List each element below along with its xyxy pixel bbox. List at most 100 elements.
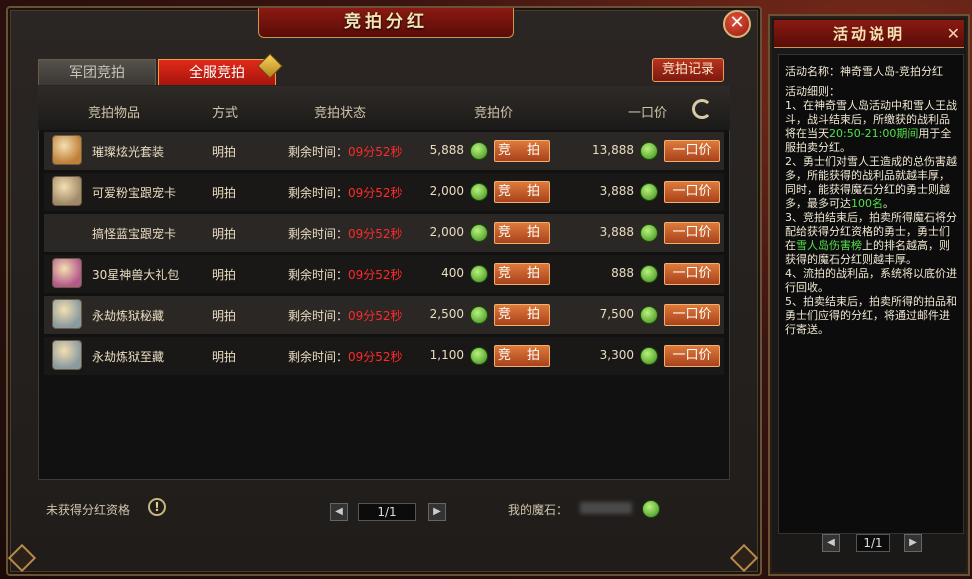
gem-icon [470,306,488,324]
bid-price: 1,100 [429,348,464,362]
status-prefix: 剩余时间： [288,309,349,323]
window-title: 竞拍分红 [344,12,428,32]
bid-button[interactable]: 竞 拍 [494,181,550,203]
gem-icon [470,142,488,160]
table-row: 永劫炼狱至藏 明拍 剩余时间：09分52秒 1,100 竞 拍 3,300 一口价 [44,337,724,375]
my-gems-value-redacted [580,502,632,514]
my-gems-label: 我的魔石： [508,503,569,517]
window-title-bar: 竞拍分红 [258,8,514,38]
item-chest-icon[interactable] [52,299,82,329]
item-name: 可爱粉宝跟宠卡 [92,186,177,200]
gem-icon [640,265,658,283]
bid-price: 400 [441,266,464,280]
auction-status: 剩余时间：09分52秒 [288,266,403,283]
status-prefix: 剩余时间： [288,145,349,159]
item-chest-icon[interactable] [52,340,82,370]
tab-army-auction[interactable]: 军团竞拍 [38,59,156,85]
tab-server-auction[interactable]: 全服竞拍 [158,53,283,85]
buyout-button[interactable]: 一口价 [664,181,720,203]
gem-icon [640,183,658,201]
auction-method: 明拍 [212,350,237,364]
auction-record-button[interactable]: 竞拍记录 [652,58,724,82]
gem-icon [642,500,660,518]
buyout-button[interactable]: 一口价 [664,140,720,162]
buyout-button[interactable]: 一口价 [664,304,720,326]
side-title-bar: 活动说明 [774,20,964,48]
header-method: 方式 [212,106,239,121]
close-button[interactable]: ✕ [723,10,751,38]
auction-method: 明拍 [212,227,237,241]
table-row: 30星神兽大礼包 明拍 剩余时间：09分52秒 400 竞 拍 888 一口价 [44,255,724,293]
table-row: 璀璨炫光套装 明拍 剩余时间：09分52秒 5,888 竞 拍 13,888 一口价 [44,132,724,170]
bid-price: 2,500 [429,307,464,321]
status-prefix: 剩余时间： [288,227,349,241]
item-chest-icon[interactable] [52,135,82,165]
bid-button[interactable]: 竞 拍 [494,345,550,367]
prev-page-button[interactable]: ◀ [330,503,348,521]
activity-description: 活动名称：神奇雪人岛-竞拍分红 活动细则： 1、在神奇雪人岛活动中和雪人王战斗，… [778,54,964,534]
buyout-button[interactable]: 一口价 [664,222,720,244]
side-next-page-button[interactable]: ▶ [904,534,922,552]
bid-button[interactable]: 竞 拍 [494,304,550,326]
info-icon[interactable]: ! [148,498,166,516]
auction-method: 明拍 [212,268,237,282]
item-name: 永劫炼狱至藏 [92,350,165,364]
gem-icon [640,347,658,365]
header-item: 竞拍物品 [88,106,141,121]
auction-method: 明拍 [212,186,237,200]
header-status: 竞拍状态 [314,106,367,121]
item-chest-icon[interactable] [52,176,82,206]
header-buyout-price: 一口价 [628,106,668,121]
remaining-time: 09分52秒 [348,186,403,200]
side-prev-page-button[interactable]: ◀ [822,534,840,552]
page-indicator: 1/1 [358,503,416,521]
gem-icon [640,306,658,324]
table-row: 搞怪蓝宝跟宠卡 明拍 剩余时间：09分52秒 2,000 竞 拍 3,888 一口价 [44,214,724,252]
remaining-time: 09分52秒 [348,350,403,364]
buyout-button[interactable]: 一口价 [664,263,720,285]
status-prefix: 剩余时间： [288,350,349,364]
rules-title: 活动细则： 1、在神奇雪人岛活动中和雪人王战斗，战斗结束后，所缴获的战利品将在当… [785,85,957,336]
table-row: 可爱粉宝跟宠卡 明拍 剩余时间：09分52秒 2,000 竞 拍 3,888 一口价 [44,173,724,211]
item-name: 永劫炼狱秘藏 [92,309,165,323]
remaining-time: 09分52秒 [348,309,403,323]
item-name: 30星神兽大礼包 [92,268,180,282]
auction-method: 明拍 [212,309,237,323]
buyout-price: 7,500 [599,307,634,321]
status-prefix: 剩余时间： [288,186,349,200]
item-name: 搞怪蓝宝跟宠卡 [92,227,177,241]
activity-info-window: 活动说明 ✕ 活动名称：神奇雪人岛-竞拍分红 活动细则： 1、在神奇雪人岛活动中… [768,14,970,576]
next-page-button[interactable]: ▶ [428,503,446,521]
auction-status: 剩余时间：09分52秒 [288,225,403,242]
remaining-time: 09分52秒 [348,227,403,241]
side-title: 活动说明 [832,25,905,43]
bid-price: 2,000 [429,225,464,239]
item-name: 璀璨炫光套装 [92,145,165,159]
bid-button[interactable]: 竞 拍 [494,222,550,244]
bid-button[interactable]: 竞 拍 [494,140,550,162]
gem-icon [470,265,488,283]
buyout-price: 3,888 [599,225,634,239]
remaining-time: 09分52秒 [348,268,403,282]
qualification-status: 未获得分红资格 [46,503,131,517]
side-close-button[interactable]: ✕ [947,24,960,43]
buyout-price: 3,300 [599,348,634,362]
auction-status: 剩余时间：09分52秒 [288,348,403,365]
buyout-price: 13,888 [592,143,634,157]
bid-price: 5,888 [429,143,464,157]
buyout-price: 3,888 [599,184,634,198]
gem-icon [470,347,488,365]
table-header [38,86,730,130]
remaining-time: 09分52秒 [348,145,403,159]
tab-server-label: 全服竞拍 [189,65,245,81]
gem-icon [470,224,488,242]
gem-icon [640,224,658,242]
item-chest-icon[interactable] [52,258,82,288]
bid-price: 2,000 [429,184,464,198]
auction-status: 剩余时间：09分52秒 [288,143,403,160]
bid-button[interactable]: 竞 拍 [494,263,550,285]
auction-status: 剩余时间：09分52秒 [288,184,403,201]
auction-method: 明拍 [212,145,237,159]
buyout-button[interactable]: 一口价 [664,345,720,367]
refresh-icon[interactable] [692,99,712,119]
